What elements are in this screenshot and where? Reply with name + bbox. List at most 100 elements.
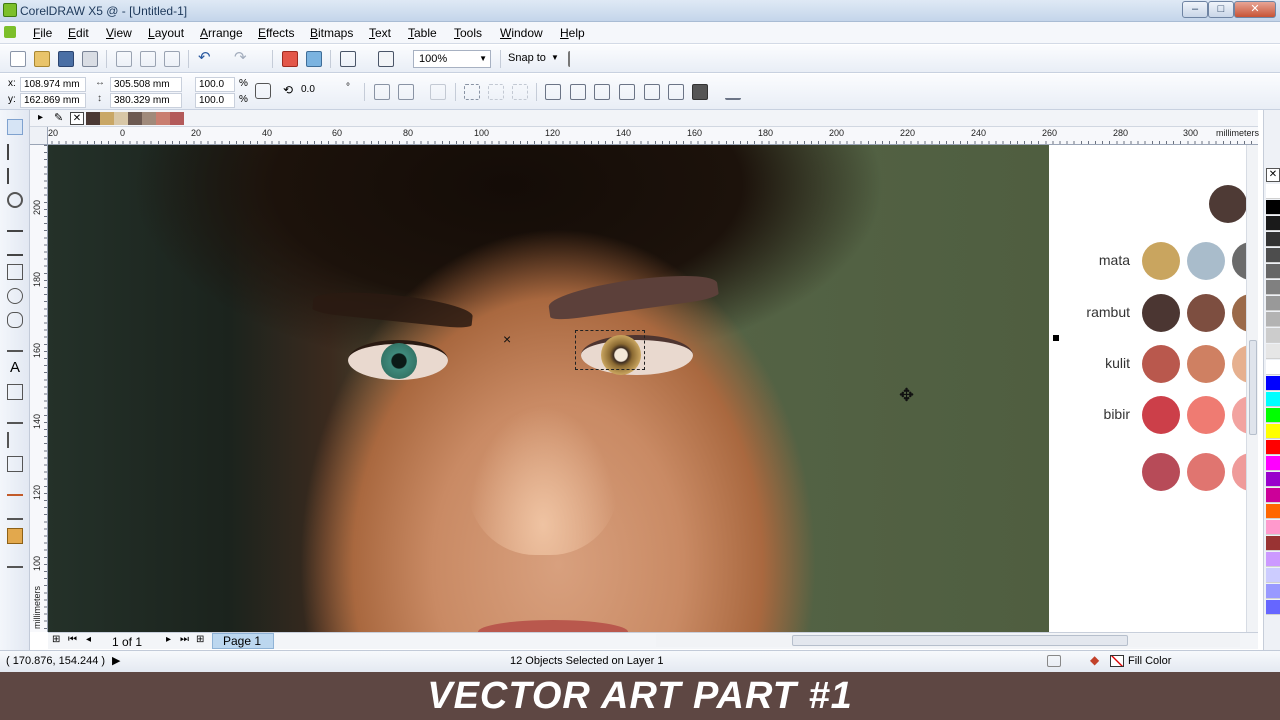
table-tool-icon[interactable] (7, 384, 23, 400)
palette-color-swatch[interactable] (1266, 264, 1280, 279)
wrap-text-icon[interactable] (430, 84, 446, 100)
vertical-scroll-thumb[interactable] (1249, 340, 1257, 435)
color-proof-icon[interactable] (1047, 655, 1061, 667)
document-palette-swatch[interactable] (142, 112, 156, 125)
document-palette-swatch[interactable] (114, 112, 128, 125)
export-icon[interactable] (306, 51, 322, 67)
cut-icon[interactable] (116, 51, 132, 67)
palette-color-swatch[interactable] (1266, 584, 1280, 599)
new-icon[interactable] (10, 51, 26, 67)
reference-color-swatch[interactable] (1209, 185, 1247, 223)
document-palette-swatch[interactable] (170, 112, 184, 125)
basic-shapes-tool-icon[interactable] (7, 336, 23, 352)
mirror-horizontal-icon[interactable] (374, 84, 390, 100)
palette-color-swatch[interactable] (1266, 184, 1280, 199)
palette-color-swatch[interactable] (1266, 328, 1280, 343)
prev-page-icon[interactable]: ◂ (86, 634, 91, 645)
fill-color-swatch[interactable] (1110, 655, 1124, 667)
palette-color-swatch[interactable] (1266, 312, 1280, 327)
weld-icon[interactable] (570, 84, 586, 100)
intersect-icon[interactable] (619, 84, 635, 100)
document-palette-swatch[interactable] (100, 112, 114, 125)
lock-ratio-icon[interactable] (255, 83, 271, 99)
palette-color-swatch[interactable] (1266, 360, 1280, 375)
document-palette-swatch[interactable] (86, 112, 100, 125)
palette-color-swatch[interactable] (1266, 568, 1280, 583)
reference-color-swatch[interactable] (1142, 242, 1180, 280)
reference-color-swatch[interactable] (1187, 345, 1225, 383)
blend-tool-icon[interactable] (7, 456, 23, 472)
palette-color-swatch[interactable] (1266, 504, 1280, 519)
ungroup-all-icon[interactable] (512, 84, 528, 100)
reference-color-swatch[interactable] (1187, 242, 1225, 280)
reference-color-swatch[interactable] (1187, 453, 1225, 491)
palette-color-swatch[interactable] (1266, 600, 1280, 615)
menu-text[interactable]: Text (369, 26, 391, 40)
palette-color-swatch[interactable] (1266, 200, 1280, 215)
minimize-button[interactable]: – (1182, 1, 1208, 18)
reference-color-swatch[interactable] (1142, 345, 1180, 383)
width-field[interactable]: 305.508 mm (110, 77, 182, 92)
menu-bitmaps[interactable]: Bitmaps (310, 26, 353, 40)
palette-color-swatch[interactable] (1266, 440, 1280, 455)
horizontal-scrollbar[interactable] (656, 634, 1240, 647)
fill-tool-icon[interactable] (7, 528, 23, 544)
palette-color-swatch[interactable] (1266, 520, 1280, 535)
document-palette-swatch[interactable] (156, 112, 170, 125)
pick-tool-icon[interactable] (7, 119, 23, 135)
menu-edit[interactable]: Edit (68, 26, 89, 40)
ruler-origin[interactable] (30, 127, 48, 145)
palette-color-swatch[interactable] (1266, 408, 1280, 423)
smart-fill-tool-icon[interactable] (7, 240, 23, 256)
palette-color-swatch[interactable] (1266, 248, 1280, 263)
tab-page-1[interactable]: Page 1 (212, 633, 274, 649)
dimension-tool-icon[interactable] (7, 408, 23, 424)
options-icon[interactable] (568, 51, 584, 67)
horizontal-ruler[interactable]: 20 0 20 40 60 80 100 120 140 160 180 200 220 240 260 28… (30, 127, 1259, 145)
open-icon[interactable] (34, 51, 50, 67)
interactive-fill-tool-icon[interactable] (7, 552, 23, 568)
palette-color-swatch[interactable] (1266, 472, 1280, 487)
menu-view[interactable]: View (106, 26, 132, 40)
zoom-dropdown[interactable]: 100% ▼ (413, 50, 491, 68)
copy-icon[interactable] (140, 51, 156, 67)
simplify-icon[interactable] (644, 84, 660, 100)
outline-tool-icon[interactable] (7, 504, 23, 520)
print-icon[interactable] (82, 51, 98, 67)
combine-icon[interactable] (545, 84, 561, 100)
redo-icon[interactable]: ↷ (234, 50, 250, 67)
reference-color-swatch[interactable] (1187, 396, 1225, 434)
menu-window[interactable]: Window (500, 26, 543, 40)
selection-handle[interactable] (1053, 335, 1059, 341)
palette-color-swatch[interactable] (1266, 392, 1280, 407)
welcome-screen-icon[interactable] (378, 51, 394, 67)
reference-color-swatch[interactable] (1142, 396, 1180, 434)
save-icon[interactable] (58, 51, 74, 67)
document-icon[interactable] (4, 26, 16, 38)
menu-effects[interactable]: Effects (258, 26, 294, 40)
palette-color-swatch[interactable] (1266, 232, 1280, 247)
traced-eyebrow-vector[interactable] (546, 268, 720, 322)
close-button[interactable]: ✕ (1234, 1, 1276, 18)
zoom-tool-icon[interactable] (7, 192, 23, 208)
scale-width-field[interactable]: 100.0 (195, 77, 235, 92)
undo-icon[interactable]: ↶ (198, 50, 214, 67)
height-field[interactable]: 380.329 mm (110, 93, 182, 108)
palette-color-swatch[interactable] (1266, 216, 1280, 231)
last-page-icon[interactable]: ⏭ (180, 634, 189, 645)
crop-tool-icon[interactable] (7, 168, 23, 184)
x-position-field[interactable]: 108.974 mm (20, 77, 86, 92)
menu-file[interactable]: File (33, 26, 52, 40)
connector-tool-icon[interactable] (7, 432, 23, 448)
snap-to-button[interactable]: Snap to (508, 52, 546, 64)
reference-color-swatch[interactable] (1142, 453, 1180, 491)
palette-color-swatch[interactable] (1266, 536, 1280, 551)
no-fill-swatch[interactable]: ✕ (1266, 168, 1280, 182)
menu-arrange[interactable]: Arrange (200, 26, 243, 40)
palette-play-icon[interactable]: ▸ (38, 112, 43, 123)
back-minus-front-icon[interactable] (692, 84, 708, 100)
menu-layout[interactable]: Layout (148, 26, 184, 40)
paste-icon[interactable] (164, 51, 180, 67)
palette-color-swatch[interactable] (1266, 488, 1280, 503)
palette-color-swatch[interactable] (1266, 344, 1280, 359)
